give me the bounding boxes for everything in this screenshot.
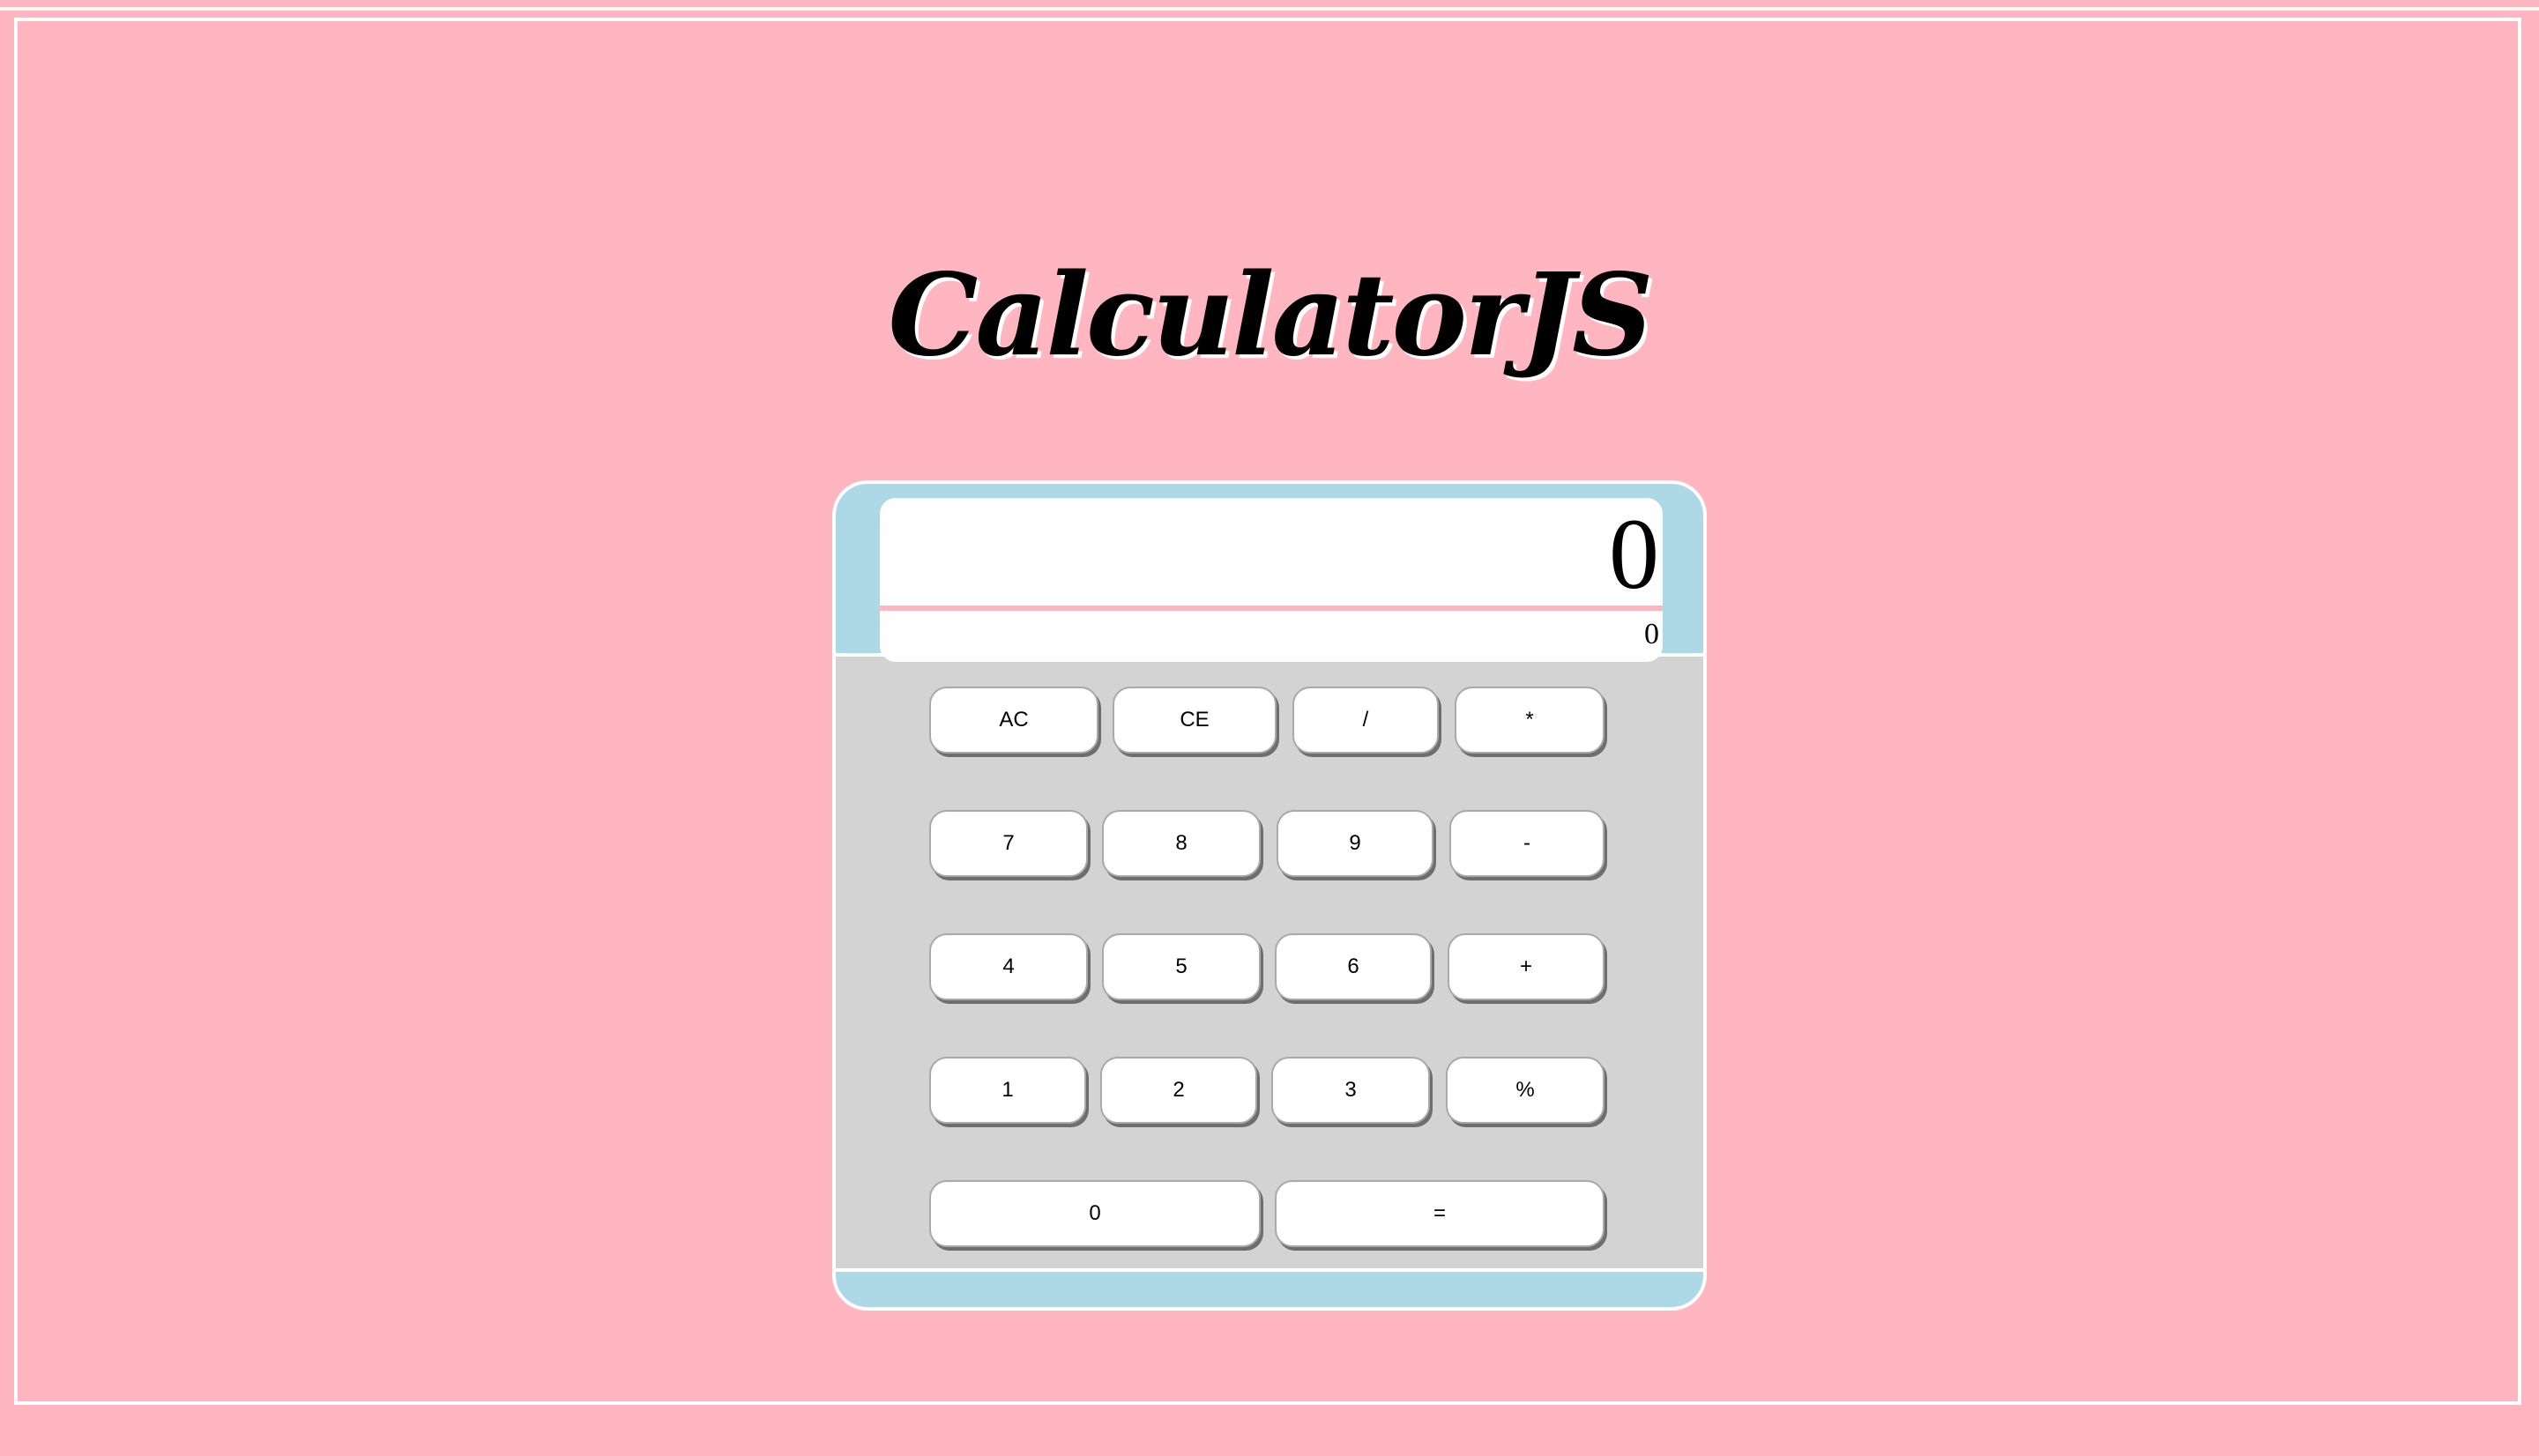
key-0-button[interactable]: 0 [929,1180,1261,1247]
app-title: CalculatorJS [888,249,1654,382]
key-6-button[interactable]: 6 [1275,933,1432,1000]
equals-button[interactable]: = [1275,1180,1605,1247]
key-5-button[interactable]: 5 [1102,933,1261,1000]
calculator: 0 0 AC CE / * 7 8 9 - 4 5 6 + 1 2 3 % 0 … [832,480,1707,1311]
display-divider [880,605,1663,611]
keypad: AC CE / * 7 8 9 - 4 5 6 + 1 2 3 % 0 = [836,653,1703,1272]
top-border-line [0,7,2539,11]
key-4-button[interactable]: 4 [929,933,1088,1000]
add-button[interactable]: + [1448,933,1605,1000]
divide-button[interactable]: / [1292,687,1439,754]
key-2-button[interactable]: 2 [1100,1057,1257,1124]
key-1-button[interactable]: 1 [929,1057,1086,1124]
multiply-button[interactable]: * [1455,687,1605,754]
clear-entry-button[interactable]: CE [1113,687,1277,754]
key-7-button[interactable]: 7 [929,810,1088,877]
current-value-display: 0 [1609,498,1659,610]
key-8-button[interactable]: 8 [1102,810,1261,877]
calculator-display: 0 0 [880,498,1663,662]
key-3-button[interactable]: 3 [1271,1057,1430,1124]
key-9-button[interactable]: 9 [1277,810,1433,877]
subtract-button[interactable]: - [1449,810,1605,877]
all-clear-button[interactable]: AC [929,687,1098,754]
previous-value-display: 0 [1644,618,1659,650]
percent-button[interactable]: % [1446,1057,1605,1124]
